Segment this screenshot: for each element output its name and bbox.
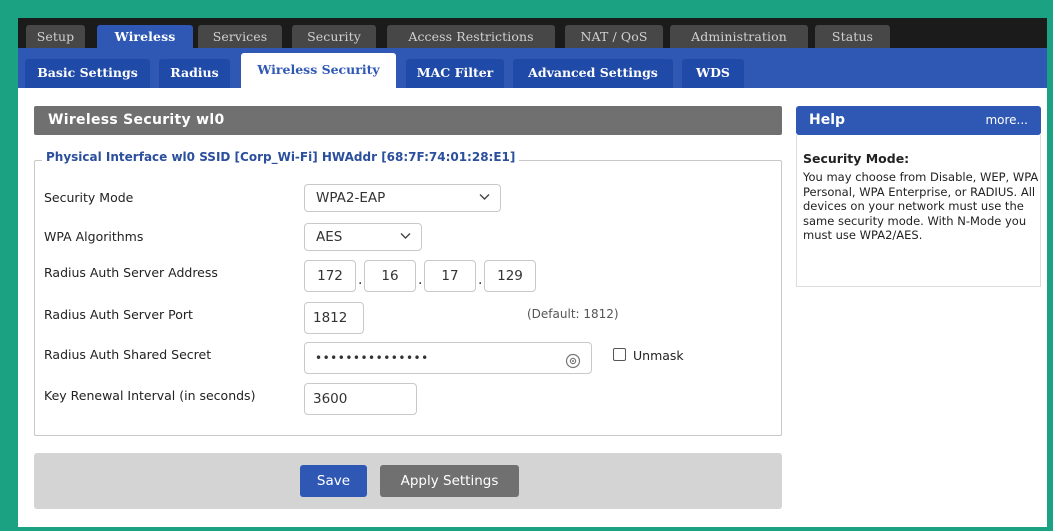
unmask-label[interactable]: Unmask [633, 348, 684, 363]
radius-port-label: Radius Auth Server Port [44, 307, 193, 322]
wpa-algorithms-value: AES [316, 229, 343, 245]
wpa-algorithms-select[interactable]: AES [304, 223, 422, 251]
help-heading: Security Mode: [803, 151, 910, 166]
security-mode-label: Security Mode [44, 190, 134, 205]
radius-port-input[interactable]: 1812 [304, 302, 364, 334]
radius-port-default-hint: (Default: 1812) [527, 307, 619, 321]
help-title: Help [809, 112, 846, 128]
help-panel: Security Mode: You may choose from Disab… [796, 135, 1041, 287]
tab-services[interactable]: Services [198, 25, 282, 48]
subtab-basic-settings[interactable]: Basic Settings [25, 59, 150, 88]
key-renewal-input[interactable]: 3600 [304, 383, 417, 415]
subtab-wireless-security[interactable]: Wireless Security [241, 53, 396, 88]
key-renewal-label: Key Renewal Interval (in seconds) [44, 388, 256, 403]
radius-address-octet-1[interactable]: 172 [304, 260, 356, 292]
shared-secret-input[interactable]: ••••••••••••••• [304, 342, 592, 374]
radius-address-label: Radius Auth Server Address [44, 265, 218, 280]
save-button[interactable]: Save [300, 465, 367, 497]
shared-secret-value: ••••••••••••••• [315, 351, 429, 365]
sub-tab-bar: Basic Settings Radius Wireless Security … [18, 48, 1047, 88]
help-text: You may choose from Disable, WEP, WPA Pe… [803, 170, 1039, 242]
chevron-down-icon [400, 224, 411, 250]
radius-address-octet-4[interactable]: 129 [484, 260, 536, 292]
ip-separator: . [418, 272, 423, 288]
chevron-down-icon [479, 185, 490, 211]
tab-setup[interactable]: Setup [26, 25, 85, 48]
help-header: Help more... [796, 106, 1041, 135]
subtab-mac-filter[interactable]: MAC Filter [406, 59, 504, 88]
subtab-wds[interactable]: WDS [682, 59, 744, 88]
tab-access-restrictions[interactable]: Access Restrictions [387, 25, 555, 48]
tab-nat-qos[interactable]: NAT / QoS [565, 25, 663, 48]
wpa-algorithms-label: WPA Algorithms [44, 229, 144, 244]
security-mode-select[interactable]: WPA2-EAP [304, 184, 501, 212]
radius-address-octet-3[interactable]: 17 [424, 260, 476, 292]
subtab-advanced-settings[interactable]: Advanced Settings [513, 59, 673, 88]
help-more-link[interactable]: more... [985, 106, 1028, 135]
tab-status[interactable]: Status [815, 25, 890, 48]
tab-administration[interactable]: Administration [670, 25, 808, 48]
ip-separator: . [478, 272, 483, 288]
subtab-radius[interactable]: Radius [159, 59, 230, 88]
radius-address-octet-2[interactable]: 16 [364, 260, 416, 292]
main-tab-bar: Setup Wireless Services Security Access … [18, 18, 1047, 48]
shared-secret-label: Radius Auth Shared Secret [44, 347, 212, 362]
tab-wireless[interactable]: Wireless [97, 25, 193, 48]
tab-security[interactable]: Security [292, 25, 376, 48]
apply-settings-button[interactable]: Apply Settings [380, 465, 519, 497]
ip-separator: . [358, 272, 363, 288]
section-title: Wireless Security wl0 [34, 106, 782, 135]
unmask-checkbox[interactable] [613, 348, 626, 361]
router-admin-frame: Setup Wireless Services Security Access … [18, 18, 1047, 527]
security-mode-value: WPA2-EAP [316, 190, 386, 206]
eye-icon[interactable] [565, 350, 581, 380]
interface-legend: Physical Interface wl0 SSID [Corp_Wi-Fi]… [42, 150, 520, 164]
